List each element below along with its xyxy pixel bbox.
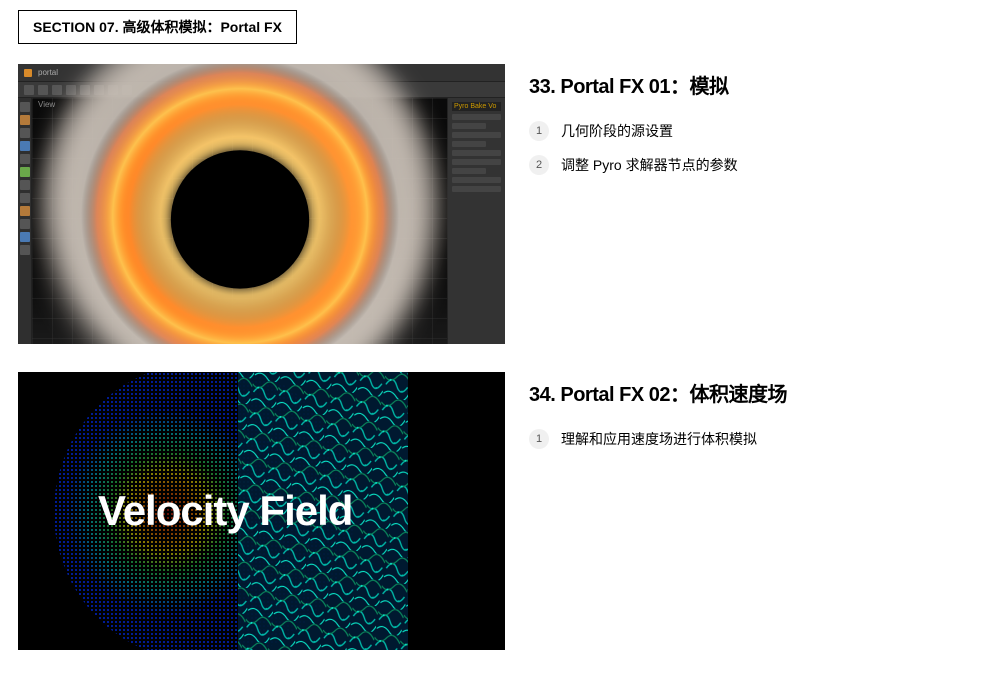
section-header-text: SECTION 07. 高级体积模拟：Portal FX [33,19,282,35]
window-icon [24,69,32,77]
lesson-row: Velocity Field 34. Portal FX 02：体积速度场 1 … [18,372,987,650]
number-badge: 2 [529,155,549,175]
tool-sidebar [18,98,32,344]
parameter-panel-title: Pyro Bake Vo [452,102,501,111]
param-row [452,141,486,147]
lesson-info: 34. Portal FX 02：体积速度场 1 理解和应用速度场进行体积模拟 [529,372,987,463]
param-row [452,168,486,174]
sidebar-icon [20,245,30,255]
lesson-info: 33. Portal FX 01：模拟 1 几何阶段的源设置 2 调整 Pyro… [529,64,987,189]
sidebar-icon [20,193,30,203]
number-badge: 1 [529,121,549,141]
param-row [452,159,501,165]
point-text: 几何阶段的源设置 [561,121,673,141]
list-item: 2 调整 Pyro 求解器节点的参数 [529,155,987,175]
lesson-title: 33. Portal FX 01：模拟 [529,70,987,99]
thumbnail-caption: Velocity Field [98,487,352,535]
sidebar-icon [20,102,30,112]
viewport: View [32,98,447,344]
lesson-points: 1 几何阶段的源设置 2 调整 Pyro 求解器节点的参数 [529,121,987,175]
sidebar-icon [20,141,30,151]
sidebar-icon [20,128,30,138]
sidebar-icon [20,232,30,242]
number-badge: 1 [529,429,549,449]
list-item: 1 理解和应用速度场进行体积模拟 [529,429,987,449]
point-text: 调整 Pyro 求解器节点的参数 [561,155,738,175]
lesson-title: 34. Portal FX 02：体积速度场 [529,378,987,407]
param-row [452,177,501,183]
lesson-points: 1 理解和应用速度场进行体积模拟 [529,429,987,449]
lesson-row: portal [18,64,987,344]
sidebar-icon [20,154,30,164]
app-body: View [18,98,505,344]
sidebar-icon [20,219,30,229]
lesson-thumbnail-33: portal [18,64,505,344]
parameter-panel: Pyro Bake Vo [447,98,505,344]
portal-fire-ring [32,64,447,344]
param-row [452,186,501,192]
param-row [452,114,501,120]
velocity-field-graphic: Velocity Field [18,372,505,650]
section-header: SECTION 07. 高级体积模拟：Portal FX [18,10,297,44]
houdini-screenshot: portal [18,64,505,344]
sidebar-icon [20,167,30,177]
lesson-thumbnail-34: Velocity Field [18,372,505,650]
point-text: 理解和应用速度场进行体积模拟 [561,429,757,449]
sidebar-icon [20,115,30,125]
param-row [452,123,486,129]
sidebar-icon [20,206,30,216]
param-row [452,150,501,156]
sidebar-icon [20,180,30,190]
param-row [452,132,501,138]
list-item: 1 几何阶段的源设置 [529,121,987,141]
